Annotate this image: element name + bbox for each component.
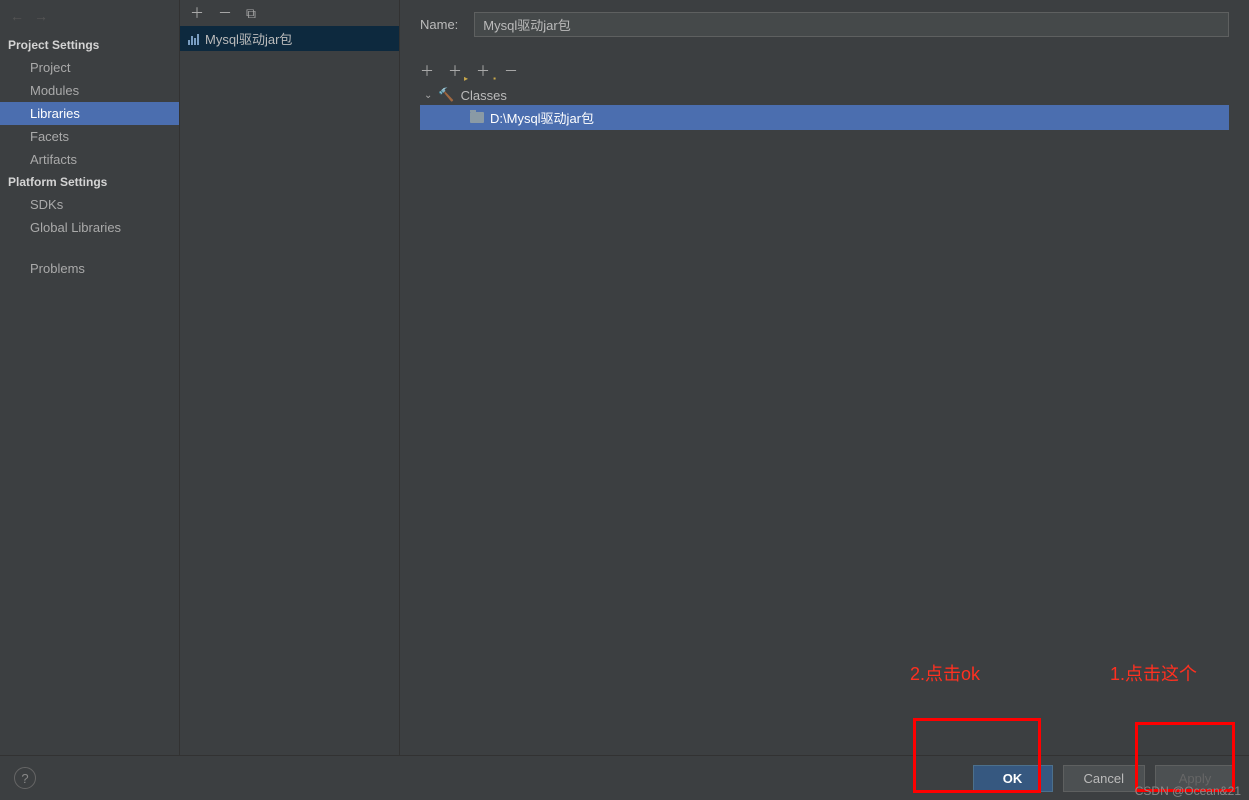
class-path-text: D:\Mysql驱动jar包 [490,108,594,127]
classes-icon: 🔨 [438,87,454,103]
nav-project[interactable]: Project [0,56,179,79]
nav-sdks[interactable]: SDKs [0,193,179,216]
classes-tree-node[interactable]: ⌄ 🔨 Classes [420,85,1229,105]
library-item-label: Mysql驱动jar包 [205,29,292,48]
dialog-button-bar: ? OK Cancel Apply [0,756,1249,800]
library-icon [188,33,199,45]
ok-button[interactable]: OK [973,765,1053,792]
nav-global-libraries[interactable]: Global Libraries [0,216,179,239]
cancel-button[interactable]: Cancel [1063,765,1145,792]
help-icon[interactable]: ? [14,767,36,789]
add-specify-icon[interactable]: ＋▸ [448,61,462,81]
settings-sidebar: ← → Project Settings Project Modules Lib… [0,0,180,755]
nav-facets[interactable]: Facets [0,125,179,148]
platform-settings-header: Platform Settings [0,171,179,193]
back-arrow-icon[interactable]: ← [10,8,24,24]
class-path-item[interactable]: D:\Mysql驱动jar包 [420,105,1229,130]
library-name-input[interactable] [474,12,1229,37]
name-label: Name: [420,17,458,32]
project-settings-header: Project Settings [0,34,179,56]
nav-problems[interactable]: Problems [0,257,179,280]
nav-artifacts[interactable]: Artifacts [0,148,179,171]
forward-arrow-icon[interactable]: → [34,8,48,24]
remove-icon[interactable]: － [218,3,232,23]
remove-class-icon[interactable]: － [504,61,518,81]
classes-label: Classes [461,88,507,103]
folder-icon [470,112,484,123]
nav-modules[interactable]: Modules [0,79,179,102]
nav-libraries[interactable]: Libraries [0,102,179,125]
add-icon[interactable]: ＋ [190,3,204,23]
add-class-icon[interactable]: ＋ [420,61,434,81]
expand-arrow-icon[interactable]: ⌄ [424,90,432,101]
library-item[interactable]: Mysql驱动jar包 [180,26,399,51]
library-detail-panel: Name: ＋ ＋▸ ＋▪ － ⌄ 🔨 Classes D:\Mysql驱动ja… [400,0,1249,755]
copy-icon[interactable]: ⧉ [246,5,256,22]
library-list-panel: ＋ － ⧉ Mysql驱动jar包 [180,0,400,755]
add-url-icon[interactable]: ＋▪ [476,61,490,81]
watermark: CSDN @Ocean&21 [1135,784,1241,798]
